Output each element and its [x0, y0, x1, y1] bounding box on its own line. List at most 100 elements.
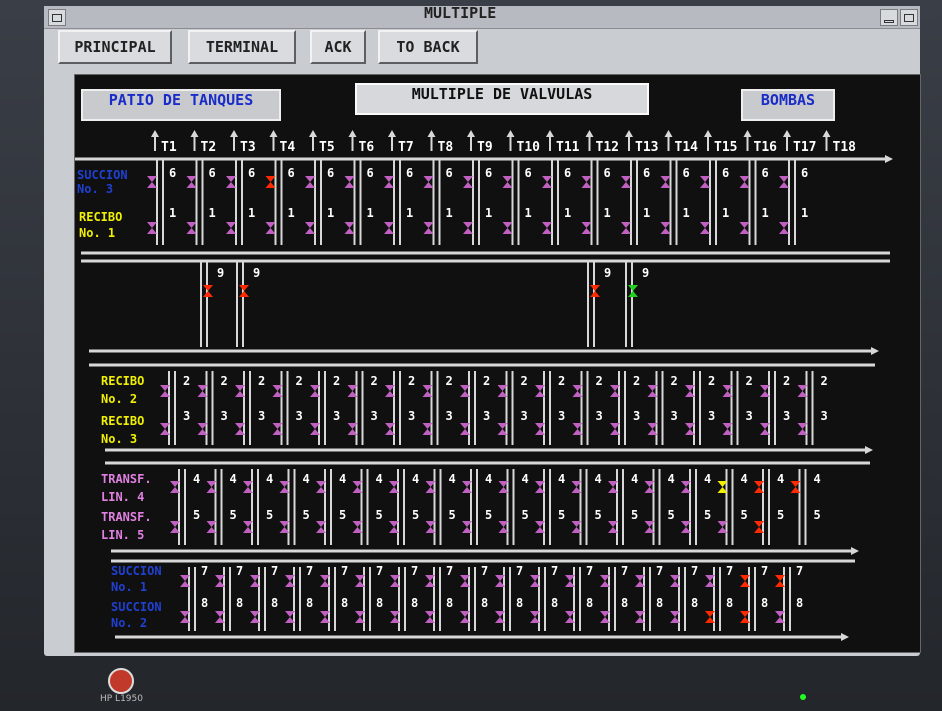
valve-g1-bottom[interactable] — [502, 222, 513, 234]
valve-number: 2 — [483, 374, 490, 388]
valve-number: 5 — [485, 508, 492, 522]
valve-number: 2 — [821, 374, 828, 388]
valve-g1-top[interactable] — [186, 176, 197, 188]
valve-g1-bottom[interactable] — [700, 222, 710, 234]
tank-arrow-icon — [309, 130, 317, 137]
system-menu-button[interactable] — [48, 9, 66, 26]
valve-top-icon — [203, 285, 213, 291]
valve-number: 2 — [783, 374, 790, 388]
valve-bottom-icon — [590, 291, 600, 297]
valve-number: 1 — [722, 206, 729, 220]
valve-number: 1 — [367, 206, 374, 220]
valve-g1-bottom[interactable] — [384, 222, 394, 234]
valve-number: 2 — [596, 374, 603, 388]
valve-top-icon — [739, 176, 750, 182]
terminal-button[interactable]: TERMINAL — [188, 30, 296, 64]
tank-arrow-icon — [506, 130, 515, 137]
group4-bottom-label: SUCCION — [111, 600, 162, 614]
valve-g1-top[interactable] — [384, 176, 394, 188]
tank-label-t11: T11 — [556, 140, 580, 155]
tank-label-t1: T1 — [161, 140, 177, 155]
group3-top-label: LIN. 4 — [101, 490, 144, 504]
valve-g9[interactable] — [590, 285, 600, 297]
valve-top-icon — [779, 176, 789, 182]
valve-top-icon — [384, 176, 394, 182]
principal-button[interactable]: PRINCIPAL — [58, 30, 172, 64]
tank-arrow-icon — [743, 130, 752, 137]
valve-g9[interactable] — [203, 285, 213, 297]
valve-g1-top[interactable] — [502, 176, 513, 188]
valve-top-icon — [542, 176, 552, 182]
valve-bottom-icon — [265, 182, 276, 188]
valve-g1-top[interactable] — [305, 176, 315, 188]
valve-number: 7 — [691, 564, 698, 578]
valve-g1-bottom[interactable] — [186, 222, 197, 234]
tank-label-t4: T4 — [280, 140, 296, 155]
valve-number: 3 — [558, 409, 565, 423]
valve-g1-top[interactable] — [739, 176, 750, 188]
valve-number: 4 — [522, 472, 529, 486]
valve-g1-top[interactable] — [581, 176, 592, 188]
valve-g1-bottom[interactable] — [542, 222, 552, 234]
valve-top-icon — [660, 176, 671, 182]
valve-g1-bottom[interactable] — [463, 222, 473, 234]
tank-label-t6: T6 — [359, 140, 375, 155]
tank-label-t8: T8 — [438, 140, 454, 155]
valve-number: 5 — [230, 508, 237, 522]
ack-button[interactable]: ACK — [310, 30, 366, 64]
valve-g1-bottom[interactable] — [660, 222, 671, 234]
valve-g1-top[interactable] — [621, 176, 631, 188]
valve-g1-bottom[interactable] — [423, 222, 434, 234]
valve-number: 5 — [741, 508, 748, 522]
minimize-button[interactable] — [880, 9, 898, 26]
valve-top-icon — [779, 222, 789, 228]
valve-number: 8 — [481, 596, 488, 610]
valve-number: 8 — [761, 596, 768, 610]
valve-number: 6 — [801, 166, 808, 180]
valve-number: 8 — [411, 596, 418, 610]
tank-label-t18: T18 — [833, 140, 857, 155]
valve-number: 7 — [761, 564, 768, 578]
valve-g1-top[interactable] — [226, 176, 236, 188]
valve-g1-top[interactable] — [660, 176, 671, 188]
valve-g1-bottom[interactable] — [739, 222, 750, 234]
valve-g1-bottom[interactable] — [779, 222, 789, 234]
valve-g9[interactable] — [239, 285, 249, 297]
valve-g1-top[interactable] — [265, 176, 276, 188]
valve-g1-bottom[interactable] — [581, 222, 592, 234]
valve-g1-top[interactable] — [542, 176, 552, 188]
valve-number: 7 — [201, 564, 208, 578]
valve-top-icon — [700, 222, 710, 228]
valve-number: 8 — [376, 596, 383, 610]
group2-top-label: RECIBO — [101, 374, 144, 388]
valve-g1-bottom[interactable] — [226, 222, 236, 234]
valve-bottom-icon — [147, 228, 157, 234]
to-back-button[interactable]: TO BACK — [378, 30, 478, 64]
valve-g1-top[interactable] — [423, 176, 434, 188]
valve-number: 7 — [656, 564, 663, 578]
valve-number: 7 — [551, 564, 558, 578]
tank-label-t9: T9 — [477, 140, 493, 155]
valve-g1-bottom[interactable] — [147, 222, 157, 234]
valve-g9[interactable] — [628, 285, 638, 297]
valve-number: 1 — [446, 206, 453, 220]
valve-number: 4 — [814, 472, 821, 486]
valve-g1-top[interactable] — [147, 176, 157, 188]
valve-bottom-icon — [384, 182, 394, 188]
valve-number: 6 — [683, 166, 690, 180]
valve-g1-top[interactable] — [344, 176, 355, 188]
maximize-button[interactable] — [900, 9, 918, 26]
valve-g1-bottom[interactable] — [265, 222, 276, 234]
valve-g1-top[interactable] — [700, 176, 710, 188]
valve-number: 4 — [412, 472, 419, 486]
valve-g1-bottom[interactable] — [621, 222, 631, 234]
valve-top-icon — [344, 176, 355, 182]
valve-number: 3 — [596, 409, 603, 423]
valve-g1-bottom[interactable] — [305, 222, 315, 234]
valve-g1-bottom[interactable] — [344, 222, 355, 234]
valve-number: 9 — [253, 266, 260, 280]
monitor-footer: HP L1950 — [0, 656, 942, 711]
valve-g1-top[interactable] — [463, 176, 473, 188]
valve-number: 1 — [564, 206, 571, 220]
valve-g1-top[interactable] — [779, 176, 789, 188]
